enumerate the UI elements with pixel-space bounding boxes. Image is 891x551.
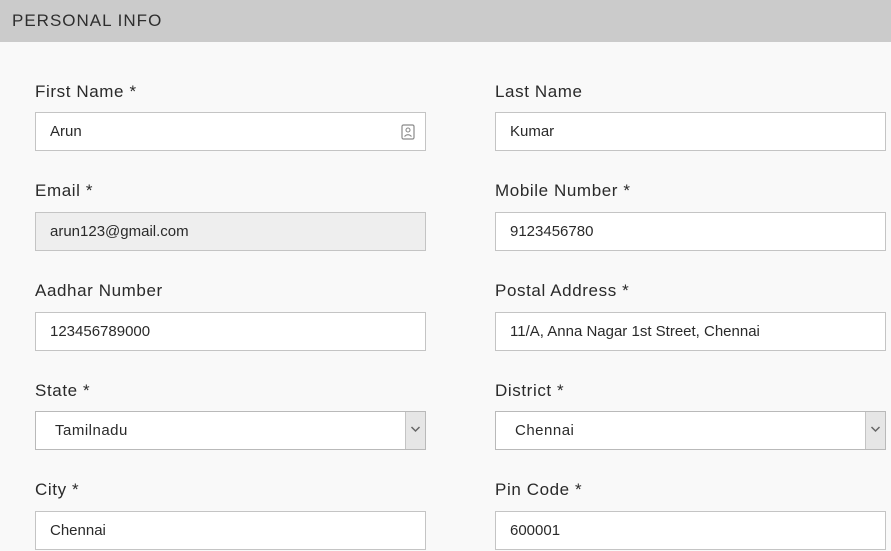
chevron-down-icon bbox=[410, 426, 421, 433]
chevron-down-icon bbox=[870, 426, 881, 433]
mobile-number-field bbox=[495, 212, 886, 251]
district-label: District * bbox=[495, 381, 565, 400]
district-select[interactable]: Chennai bbox=[495, 411, 886, 450]
contact-card-icon[interactable] bbox=[401, 124, 415, 140]
postal-address-field bbox=[495, 312, 886, 351]
pin-code-label: Pin Code * bbox=[495, 480, 583, 499]
section-header: PERSONAL INFO bbox=[0, 0, 891, 42]
first-name-label: First Name * bbox=[35, 82, 137, 101]
email-field bbox=[35, 212, 426, 251]
city-input[interactable] bbox=[36, 512, 425, 549]
aadhar-number-label: Aadhar Number bbox=[35, 281, 163, 300]
first-name-input[interactable] bbox=[36, 113, 425, 150]
city-label: City * bbox=[35, 480, 80, 499]
last-name-label: Last Name bbox=[495, 82, 583, 101]
first-name-field bbox=[35, 112, 426, 151]
city-field bbox=[35, 511, 426, 550]
state-selected-value: Tamilnadu bbox=[55, 422, 128, 439]
mobile-number-input[interactable] bbox=[496, 213, 885, 250]
state-dropdown-button[interactable] bbox=[405, 412, 425, 449]
postal-address-label: Postal Address * bbox=[495, 281, 630, 300]
district-dropdown-button[interactable] bbox=[865, 412, 885, 449]
section-title: PERSONAL INFO bbox=[12, 11, 163, 30]
pin-code-input[interactable] bbox=[496, 512, 885, 549]
aadhar-number-field bbox=[35, 312, 426, 351]
last-name-input[interactable] bbox=[496, 113, 885, 150]
pin-code-field bbox=[495, 511, 886, 550]
email-input bbox=[36, 213, 425, 250]
last-name-field bbox=[495, 112, 886, 151]
state-select[interactable]: Tamilnadu bbox=[35, 411, 426, 450]
email-label: Email * bbox=[35, 181, 94, 200]
postal-address-input[interactable] bbox=[496, 313, 885, 350]
district-selected-value: Chennai bbox=[515, 422, 575, 439]
mobile-number-label: Mobile Number * bbox=[495, 181, 631, 200]
state-label: State * bbox=[35, 381, 91, 400]
aadhar-number-input[interactable] bbox=[36, 313, 425, 350]
